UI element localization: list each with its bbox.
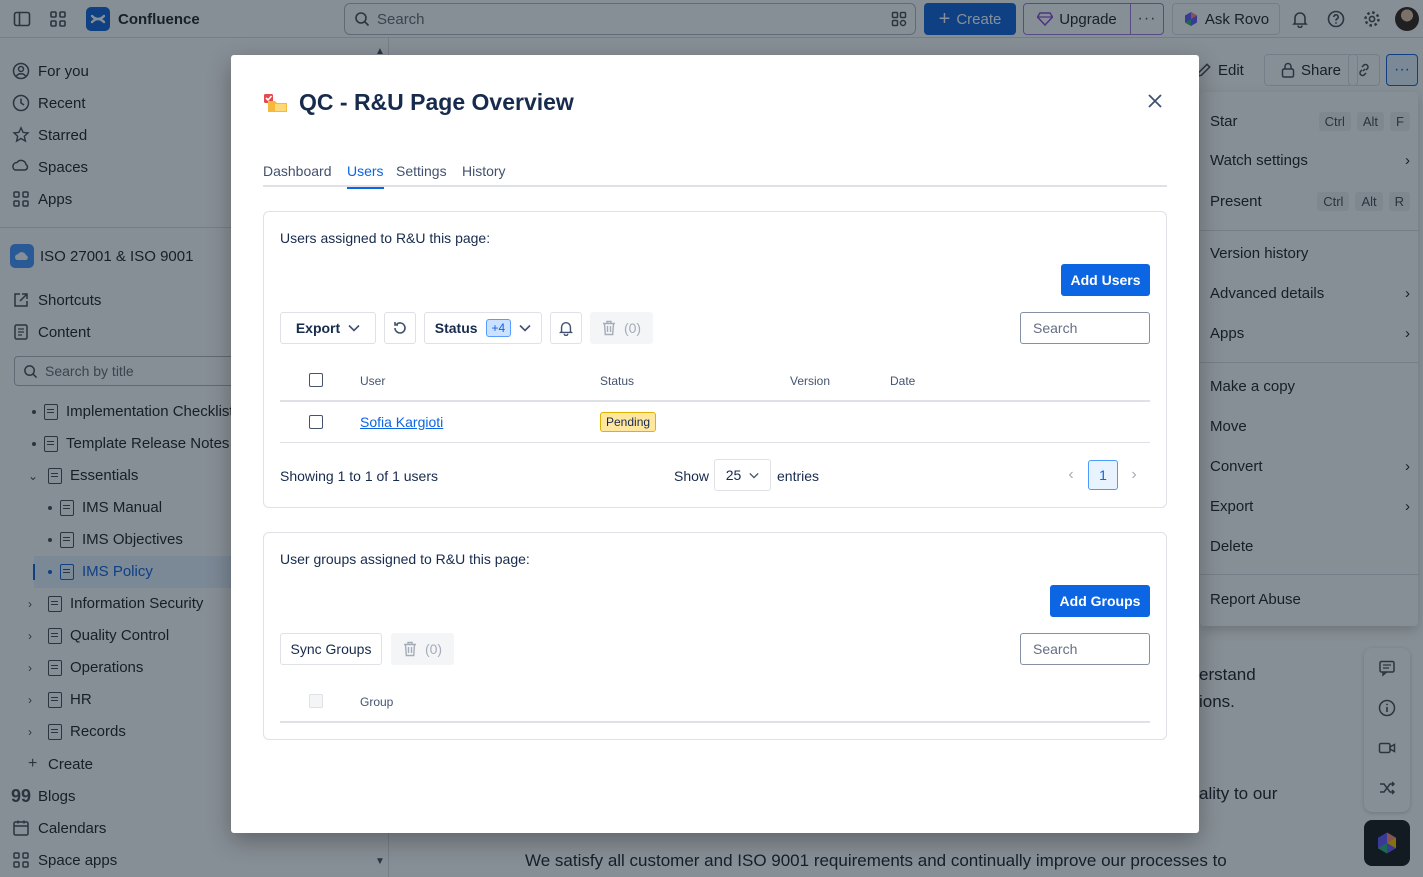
delete-count: (0) <box>424 641 443 657</box>
table-header-divider <box>280 400 1150 402</box>
tab-settings[interactable]: Settings <box>396 163 447 187</box>
users-card-heading: Users assigned to R&U this page: <box>280 230 491 246</box>
column-header-status[interactable]: Status <box>600 374 634 388</box>
delete-count: (0) <box>623 320 642 336</box>
pagination-next-icon[interactable]: › <box>1126 466 1142 483</box>
page-size-select[interactable]: 25 <box>714 459 771 491</box>
sync-groups-button[interactable]: Sync Groups <box>280 633 382 665</box>
table-row-divider <box>280 442 1150 443</box>
column-header-group[interactable]: Group <box>360 695 393 709</box>
pagination-page-button[interactable]: 1 <box>1088 460 1118 490</box>
dialog-title: QC - R&U Page Overview <box>299 89 574 115</box>
user-name-link[interactable]: Sofia Kargioti <box>360 414 443 430</box>
tab-history[interactable]: History <box>462 163 506 187</box>
bell-icon <box>558 320 574 336</box>
status-filter-count-badge: +4 <box>485 319 512 337</box>
status-filter-button[interactable]: Status +4 <box>424 312 542 344</box>
status-badge: Pending <box>600 412 657 432</box>
refresh-button[interactable] <box>384 312 416 344</box>
groups-search-placeholder: Search <box>1033 641 1078 657</box>
export-dropdown-button[interactable]: Export <box>280 312 376 344</box>
show-label: Show <box>674 468 710 484</box>
select-all-users-checkbox[interactable] <box>309 373 323 387</box>
users-search-input[interactable]: Search <box>1020 312 1150 344</box>
add-groups-button[interactable]: Add Groups <box>1050 585 1150 617</box>
status-filter-label: Status <box>434 320 478 336</box>
entries-label: entries <box>777 468 820 484</box>
page-size-value: 25 <box>725 467 742 483</box>
chevron-down-icon <box>749 472 759 479</box>
users-search-placeholder: Search <box>1033 320 1078 336</box>
close-icon[interactable] <box>1145 91 1165 111</box>
refresh-icon <box>392 320 408 336</box>
delete-selected-groups-button[interactable]: (0) <box>391 633 454 665</box>
tab-users[interactable]: Users <box>347 163 384 189</box>
folders-icon <box>263 92 289 114</box>
delete-selected-users-button[interactable]: (0) <box>590 312 653 344</box>
chevron-down-icon <box>348 324 360 332</box>
page-overview-dialog: QC - R&U Page Overview Dashboard Users S… <box>231 55 1199 833</box>
column-header-user[interactable]: User <box>360 374 385 388</box>
select-all-groups-checkbox[interactable] <box>309 694 323 708</box>
column-header-date[interactable]: Date <box>890 374 915 388</box>
showing-entries-text: Showing 1 to 1 of 1 users <box>280 468 438 484</box>
column-header-version[interactable]: Version <box>790 374 830 388</box>
user-row-checkbox[interactable] <box>309 415 323 429</box>
groups-card-heading: User groups assigned to R&U this page: <box>280 551 530 567</box>
trash-icon <box>403 641 417 657</box>
chevron-down-icon <box>519 324 531 332</box>
groups-card: User groups assigned to R&U this page: A… <box>263 532 1167 740</box>
tab-dashboard[interactable]: Dashboard <box>263 163 332 187</box>
table-header-divider <box>280 721 1150 723</box>
users-card: Users assigned to R&U this page: Add Use… <box>263 211 1167 508</box>
export-label: Export <box>295 320 341 336</box>
dialog-header: QC - R&U Page Overview <box>263 89 574 116</box>
add-users-button[interactable]: Add Users <box>1061 264 1150 296</box>
pagination-prev-icon[interactable]: ‹ <box>1063 466 1079 483</box>
notify-button[interactable] <box>550 312 582 344</box>
trash-icon <box>602 320 616 336</box>
groups-search-input[interactable]: Search <box>1020 633 1150 665</box>
dialog-tabs: Dashboard Users Settings History <box>263 161 1167 189</box>
